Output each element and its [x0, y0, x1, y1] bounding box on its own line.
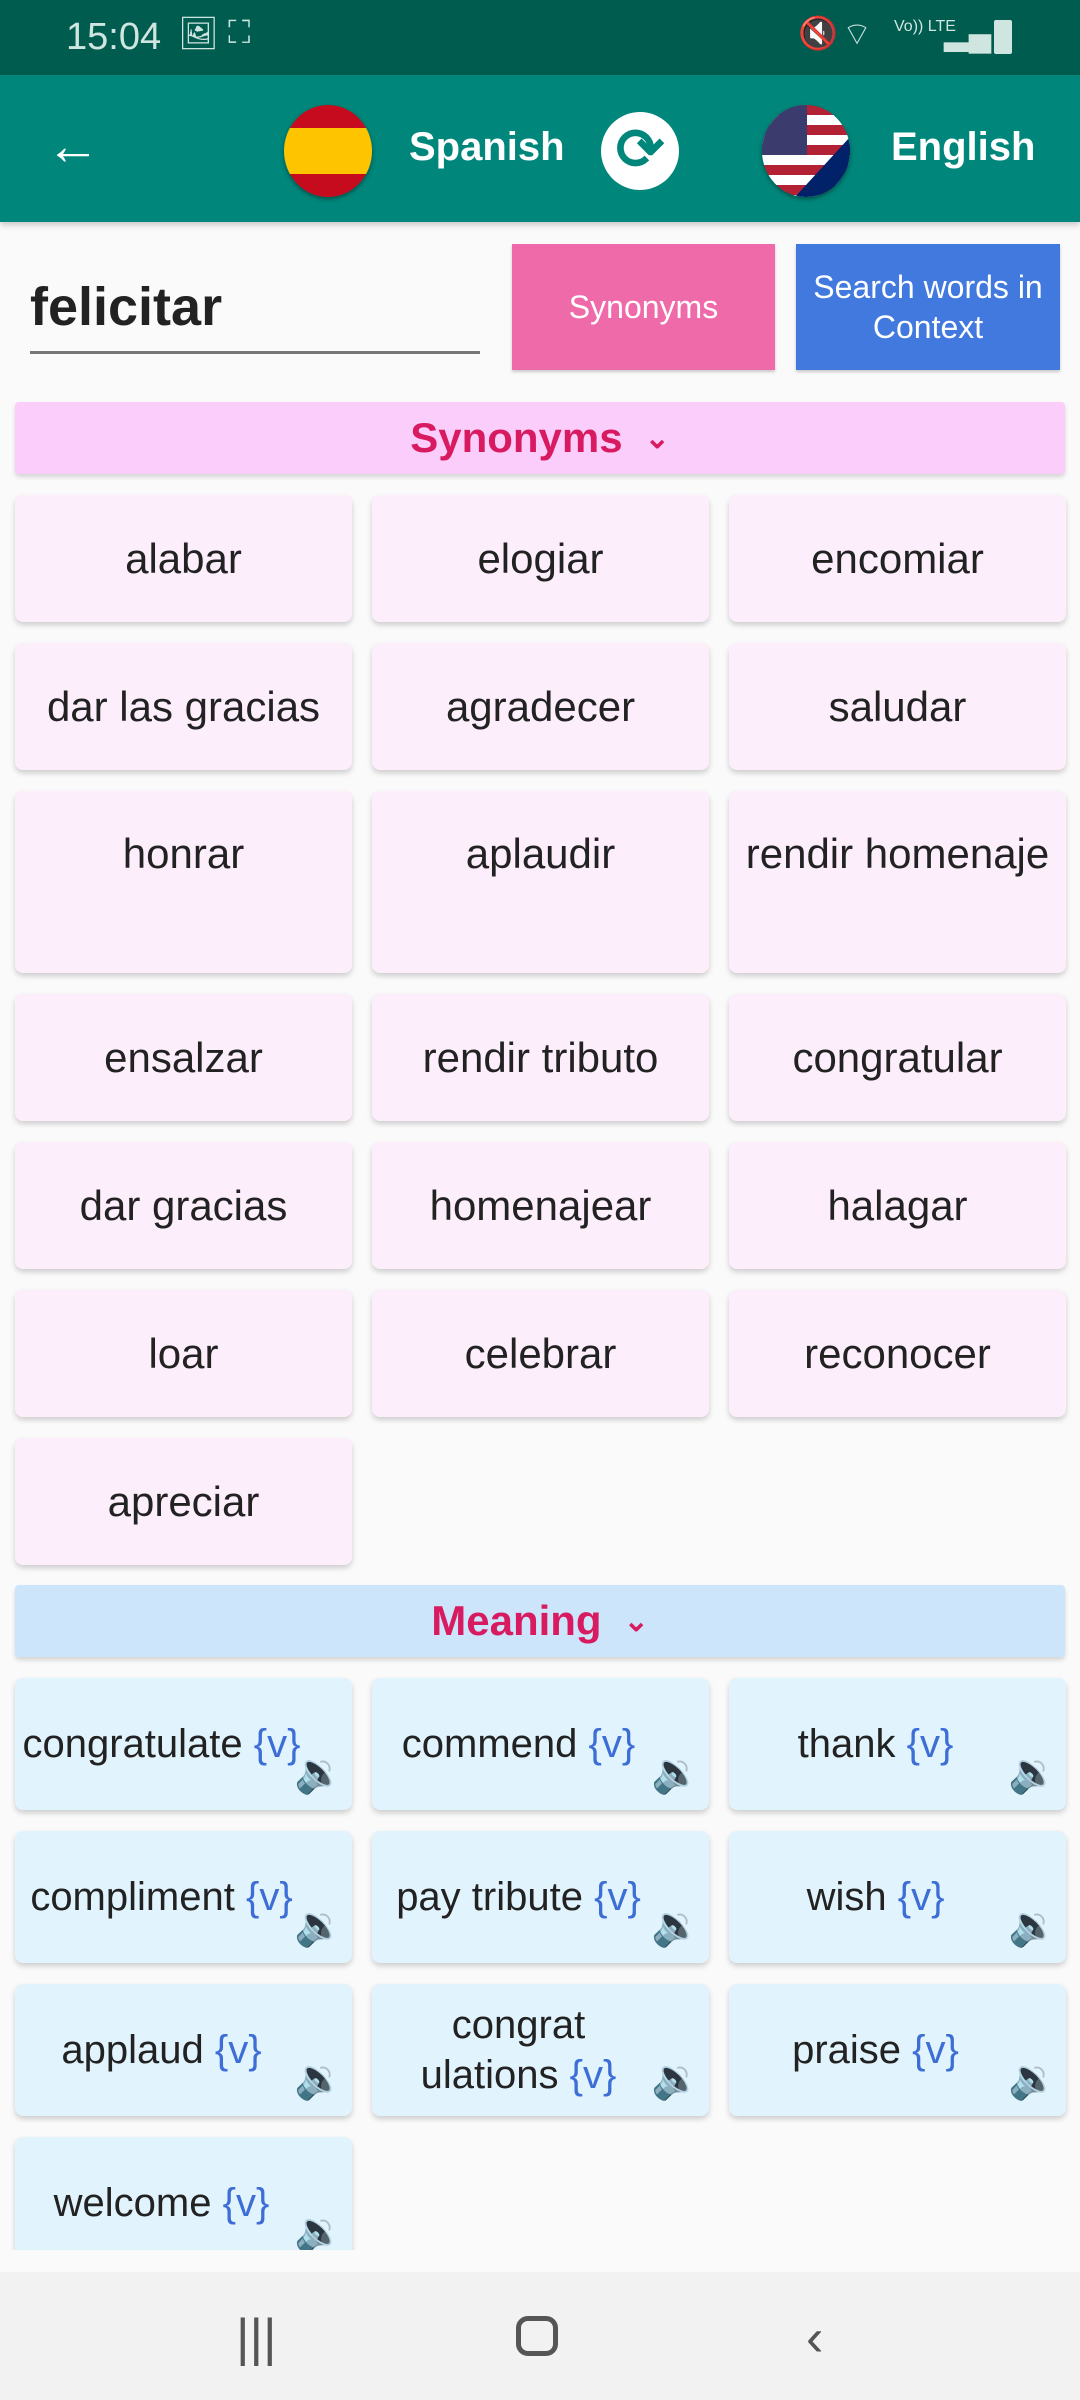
chevron-down-icon: ⌄ [644, 421, 670, 455]
part-of-speech: {v} [245, 1875, 293, 1919]
part-of-speech: {v} [569, 2053, 617, 2097]
meaning-card[interactable]: praise {v} 🔉 [729, 1984, 1066, 2116]
part-of-speech: {v} [222, 2181, 270, 2225]
synonyms-header-label: Synonyms [410, 414, 623, 461]
meaning-word: commend [401, 1722, 578, 1766]
source-language[interactable]: Spanish [409, 125, 565, 170]
speaker-icon[interactable]: 🔉 [651, 1748, 701, 1798]
mute-icon: 🔇 [798, 15, 838, 51]
meaning-word: congratulate [22, 1722, 243, 1766]
image-icon: 🖼 [178, 15, 219, 51]
synonym-chip[interactable]: elogiar [372, 495, 709, 622]
recent-apps-icon[interactable]: ||| [236, 2308, 277, 2368]
synonym-chip[interactable]: rendir homenaje [729, 791, 1066, 973]
synonym-chip[interactable]: honrar [15, 791, 352, 973]
synonym-chip[interactable]: homenajear [372, 1142, 709, 1269]
synonyms-button[interactable]: Synonyms [512, 244, 775, 370]
speaker-icon[interactable]: 🔉 [1008, 1748, 1058, 1798]
speaker-icon[interactable]: 🔉 [294, 2207, 344, 2250]
synonym-chip[interactable]: dar gracias [15, 1142, 352, 1269]
part-of-speech: {v} [214, 2028, 262, 2072]
part-of-speech: {v} [588, 1722, 636, 1766]
meaning-card[interactable]: commend {v} 🔉 [372, 1678, 709, 1810]
synonym-chip[interactable]: halagar [729, 1142, 1066, 1269]
synonyms-grid: alabar elogiar encomiar dar las gracias agra… [15, 495, 1066, 1565]
navigation-bar: ||| ‹ [0, 2272, 1080, 2400]
meaning-card[interactable]: compliment {v} 🔉 [15, 1831, 352, 1963]
synonym-chip[interactable]: apreciar [15, 1438, 352, 1565]
synonym-chip[interactable]: ensalzar [15, 994, 352, 1121]
synonym-chip[interactable]: encomiar [729, 495, 1066, 622]
screen-record-icon: ⛶ [228, 14, 251, 50]
synonym-chip[interactable]: reconocer [729, 1290, 1066, 1417]
meaning-card[interactable]: congrat ulations {v} 🔉 [372, 1984, 709, 2116]
chevron-down-icon: ⌄ [623, 1604, 649, 1638]
battery-icon [994, 20, 1012, 54]
speaker-icon[interactable]: 🔉 [294, 1901, 344, 1951]
synonym-chip[interactable]: saludar [729, 643, 1066, 770]
search-input[interactable]: felicitar [30, 270, 480, 354]
meaning-card[interactable]: pay tribute {v} 🔉 [372, 1831, 709, 1963]
meaning-word: pay tribute [396, 1875, 583, 1919]
status-bar: 15:04 🖼 ⛶ 🔇 ⌔ Vo)) LTE ▂▄ [0, 0, 1080, 75]
meaning-word: congrat ulations [420, 2003, 586, 2097]
search-in-context-button[interactable]: Search words in Context [796, 244, 1060, 370]
part-of-speech: {v} [912, 2028, 959, 2072]
speaker-icon[interactable]: 🔉 [1008, 1901, 1058, 1951]
meaning-header[interactable]: Meaning ⌄ [15, 1585, 1065, 1657]
meaning-word: welcome [53, 2181, 212, 2225]
wifi-icon: ⌔ [842, 16, 873, 52]
speaker-icon[interactable]: 🔉 [294, 1748, 344, 1798]
synonym-chip[interactable]: agradecer [372, 643, 709, 770]
synonyms-header[interactable]: Synonyms ⌄ [15, 402, 1065, 474]
synonym-chip[interactable]: celebrar [372, 1290, 709, 1417]
meaning-word: applaud [61, 2028, 204, 2072]
meaning-card[interactable]: congratulate {v} 🔉 [15, 1678, 352, 1810]
spain-flag-icon[interactable] [284, 105, 372, 197]
speaker-icon[interactable]: 🔉 [651, 1901, 701, 1951]
part-of-speech: {v} [594, 1875, 641, 1919]
synonym-chip[interactable]: congratular [729, 994, 1066, 1121]
synonym-chip[interactable]: alabar [15, 495, 352, 622]
clock: 15:04 [66, 16, 162, 58]
meaning-card[interactable]: wish {v} 🔉 [729, 1831, 1066, 1963]
meaning-word: wish [806, 1875, 887, 1919]
home-icon[interactable] [516, 2316, 558, 2356]
back-icon[interactable]: ‹ [806, 2308, 823, 2368]
synonym-chip[interactable]: aplaudir [372, 791, 709, 973]
speaker-icon[interactable]: 🔉 [294, 2054, 344, 2104]
meaning-header-label: Meaning [431, 1597, 602, 1644]
part-of-speech: {v} [906, 1722, 954, 1766]
speaker-icon[interactable]: 🔉 [1008, 2054, 1058, 2104]
synonym-chip[interactable]: rendir tributo [372, 994, 709, 1121]
swap-icon[interactable]: ⟳ [601, 112, 679, 190]
meaning-grid: congratulate {v} 🔉 commend {v} 🔉 thank {v} 🔉 c… [15, 1678, 1066, 2250]
synonym-chip[interactable]: loar [15, 1290, 352, 1417]
back-arrow-icon[interactable]: ← [46, 119, 100, 173]
toolbar: ← Spanish ⟳ English [0, 75, 1080, 222]
meaning-scroll[interactable]: congratulate {v} 🔉 commend {v} 🔉 thank {v} 🔉 c… [0, 1670, 1080, 2250]
meaning-word: compliment [30, 1875, 235, 1919]
target-language[interactable]: English [891, 125, 1035, 170]
meaning-card[interactable]: thank {v} 🔉 [729, 1678, 1066, 1810]
meaning-word: thank [797, 1722, 896, 1766]
meaning-card[interactable]: applaud {v} 🔉 [15, 1984, 352, 2116]
us-uk-flag-icon[interactable] [762, 105, 850, 197]
meaning-word: praise [792, 2028, 902, 2072]
synonym-chip[interactable]: dar las gracias [15, 643, 352, 770]
part-of-speech: {v} [897, 1875, 945, 1919]
meaning-card[interactable]: welcome {v} 🔉 [15, 2137, 352, 2250]
speaker-icon[interactable]: 🔉 [651, 2054, 701, 2104]
signal-icon: ▂▄ [944, 15, 992, 51]
